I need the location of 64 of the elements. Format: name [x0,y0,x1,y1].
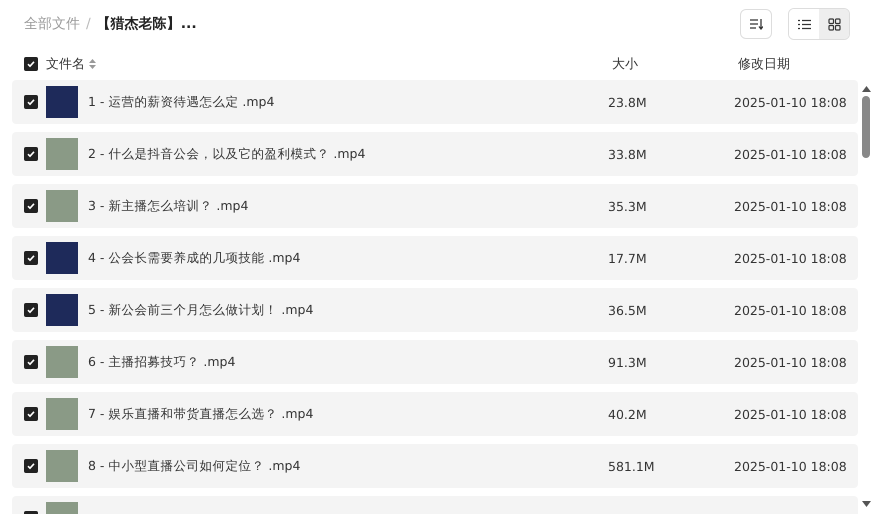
checkmark-icon [26,357,36,367]
file-row[interactable]: 2 - 什么是抖音公会，以及它的盈利模式？ .mp4 33.8M 2025-01-10 18:08 [12,132,858,176]
row-checkbox[interactable] [24,355,38,369]
file-name[interactable]: 3 - 新主播怎么培训？ .mp4 [88,198,608,214]
grid-view-button[interactable] [819,9,849,39]
file-size: 40.2M [608,406,648,422]
modified-date: 2025-01-10 18:08 [734,198,848,214]
file-size: 91.3M [608,354,648,370]
select-all-checkbox[interactable] [24,57,38,71]
modified-date: 2025-01-10 18:08 [734,302,848,318]
file-row[interactable]: 1 - 运营的薪资待遇怎么定 .mp4 23.8M 2025-01-10 18:08 [12,80,858,124]
file-size: 35.3M [608,198,648,214]
breadcrumb-separator: / [86,16,91,32]
file-row[interactable]: 7 - 娱乐直播和带货直播怎么选？ .mp4 40.2M 2025-01-10 18:08 [12,392,858,436]
row-checkbox[interactable] [24,95,38,109]
breadcrumb-link[interactable]: 【猎杰老陈】... [96,15,197,33]
checkmark-icon [26,149,36,159]
scrollbar-thumb[interactable] [862,96,870,158]
file-name[interactable]: 1 - 运营的薪资待遇怎么定 .mp4 [88,94,608,110]
scroll-down-icon[interactable] [862,501,871,507]
row-checkbox[interactable] [24,199,38,213]
file-name[interactable]: 8 - 中小型直播公司如何定位？ .mp4 [88,458,608,474]
row-checkbox[interactable] [24,303,38,317]
checkmark-icon [26,305,36,315]
modified-date: 2025-01-10 18:08 [734,250,848,266]
row-checkbox[interactable] [24,251,38,265]
list-icon [798,18,810,30]
file-name[interactable]: 6 - 主播招募技巧？ .mp4 [88,354,608,370]
file-name[interactable]: 7 - 娱乐直播和带货直播怎么选？ .mp4 [88,406,608,422]
sort-icon[interactable] [89,59,96,69]
file-name[interactable]: 2 - 什么是抖音公会，以及它的盈利模式？ .mp4 [88,146,608,162]
modified-date: 2025-01-10 18:08 [734,406,848,422]
column-header[interactable]: 大小 [612,55,738,73]
grid-icon [828,18,840,30]
file-row[interactable]: 4 - 公会长需要养成的几项技能 .mp4 17.7M 2025-01-10 18:08 [12,236,858,280]
file-size: 17.7M [608,250,648,266]
row-checkbox[interactable] [24,407,38,421]
modified-date: 2025-01-10 18:08 [734,354,848,370]
modified-date: 2025-01-10 18:08 [734,458,848,474]
row-checkbox[interactable] [24,459,38,473]
file-row[interactable]: 3 - 新主播怎么培训？ .mp4 35.3M 2025-01-10 18:08 [12,184,858,228]
row-checkbox[interactable] [24,147,38,161]
file-size: 581.1M [608,458,656,474]
checkmark-icon [26,201,36,211]
column-header[interactable]: 修改日期 [738,55,868,73]
sort-icon [749,18,763,30]
checkmark-icon [26,253,36,263]
file-name[interactable]: 4 - 公会长需要养成的几项技能 .mp4 [88,250,608,266]
sort-button[interactable] [740,9,772,39]
modified-date: 2025-01-10 18:08 [734,146,848,162]
file-row[interactable]: 8 - 中小型直播公司如何定位？ .mp4 581.1M 2025-01-10 18:08 [12,444,858,488]
file-size: 23.8M [608,94,648,110]
file-row[interactable]: 5 - 新公会前三个月怎么做计划！ .mp4 36.5M 2025-01-10 18:08 [12,288,858,332]
file-size: 33.8M [608,146,648,162]
file-row[interactable]: 6 - 主播招募技巧？ .mp4 91.3M 2025-01-10 18:08 [12,340,858,384]
checkmark-icon [26,461,36,471]
checkmark-icon [26,409,36,419]
file-size: 36.5M [608,302,648,318]
column-header[interactable]: 文件名 [46,55,85,73]
scroll-up-icon[interactable] [862,86,870,92]
checkmark-icon [26,59,36,69]
file-name[interactable]: 5 - 新公会前三个月怎么做计划！ .mp4 [88,302,608,318]
checkmark-icon [26,97,36,107]
modified-date: 2025-01-10 18:08 [734,94,848,110]
